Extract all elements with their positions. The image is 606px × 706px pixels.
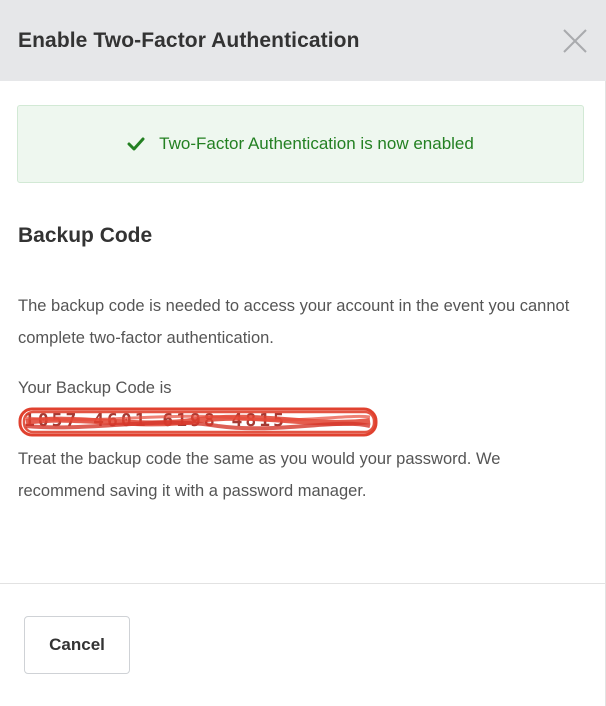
success-alert: Two-Factor Authentication is now enabled — [17, 105, 584, 183]
footer-divider — [0, 583, 606, 584]
cancel-button[interactable]: Cancel — [24, 616, 130, 674]
modal-title: Enable Two-Factor Authentication — [18, 28, 360, 52]
redaction-scribble — [18, 407, 378, 437]
backup-code-description: The backup code is needed to access your… — [18, 297, 570, 347]
backup-code-label: Your Backup Code is — [18, 379, 172, 397]
modal-header: Enable Two-Factor Authentication — [0, 0, 606, 81]
success-message: Two-Factor Authentication is now enabled — [159, 134, 474, 153]
backup-code-heading: Backup Code — [18, 224, 153, 247]
close-button[interactable] — [562, 28, 588, 54]
checkmark-icon — [127, 137, 145, 151]
backup-code-value[interactable]: 1057 4601 6198 4815 — [18, 406, 380, 438]
two-factor-modal: Enable Two-Factor Authentication Two-Fac… — [0, 0, 606, 706]
backup-code-note: Treat the backup code the same as you wo… — [18, 450, 501, 500]
close-icon — [563, 29, 587, 53]
